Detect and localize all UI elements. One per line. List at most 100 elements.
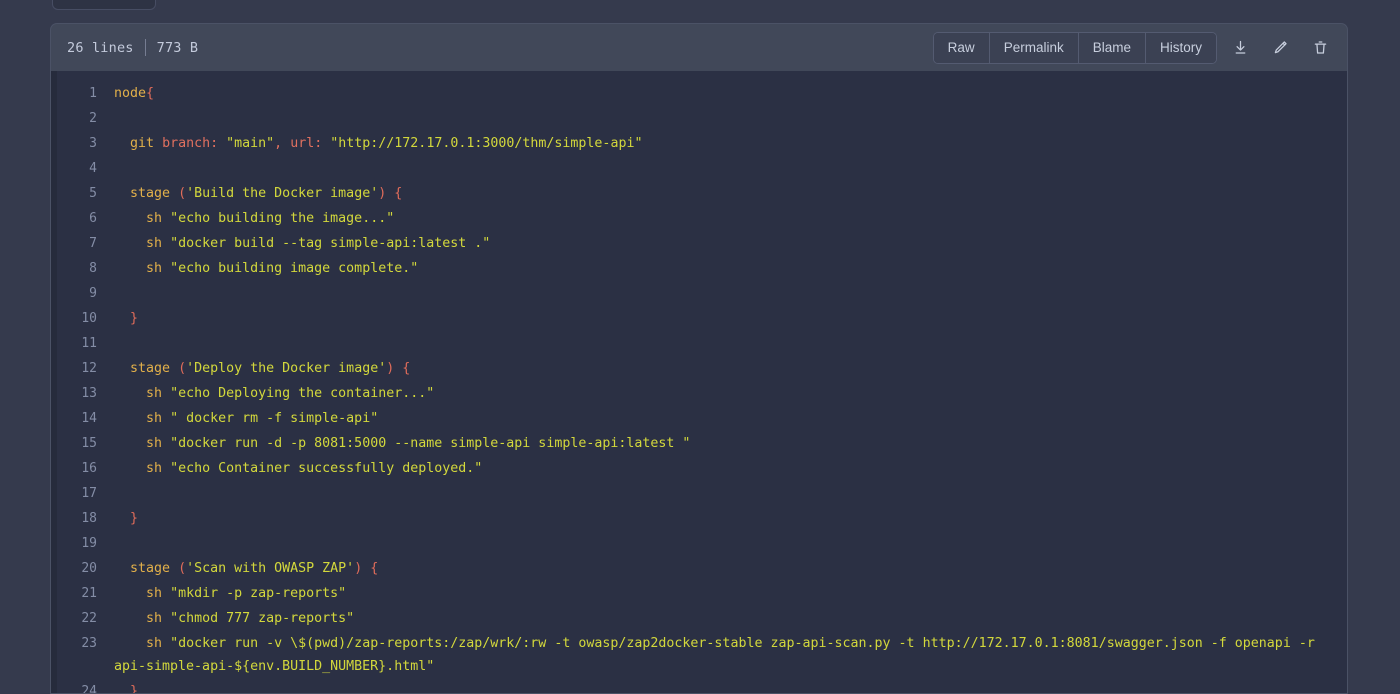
code-token-punc: { bbox=[146, 86, 155, 101]
raw-button[interactable]: Raw bbox=[933, 32, 990, 63]
code-line-content[interactable]: sh "docker build --tag simple-api:latest… bbox=[113, 231, 1347, 256]
code-line-content[interactable]: sh " docker rm -f simple-api" bbox=[113, 406, 1347, 431]
line-number[interactable]: 16 bbox=[51, 456, 113, 481]
partial-tab-button[interactable] bbox=[52, 0, 156, 10]
code-line-content[interactable]: stage ('Deploy the Docker image') { bbox=[113, 356, 1347, 381]
line-number[interactable]: 3 bbox=[51, 131, 113, 156]
code-line-row: 6 sh "echo building the image..." bbox=[51, 206, 1347, 231]
meta-divider bbox=[144, 39, 146, 56]
line-number[interactable]: 12 bbox=[51, 356, 113, 381]
code-line-content[interactable]: stage ('Build the Docker image') { bbox=[113, 181, 1347, 206]
line-number[interactable]: 13 bbox=[51, 381, 113, 406]
history-button[interactable]: History bbox=[1145, 32, 1216, 63]
code-token-str: "echo Container successfully deployed." bbox=[170, 461, 483, 476]
blame-button[interactable]: Blame bbox=[1078, 32, 1146, 63]
code-body: 1 node{2 3 git branch: "main", url: "http… bbox=[50, 71, 1348, 694]
code-token-str: 'Deploy the Docker image' bbox=[186, 361, 387, 376]
code-line-content[interactable]: sh "docker run -v \$(pwd)/zap-reports:/z… bbox=[113, 631, 1347, 679]
code-line-content[interactable]: sh "docker run -d -p 8081:5000 --name si… bbox=[113, 431, 1347, 456]
code-line-row: 16 sh "echo Container successfully deplo… bbox=[51, 456, 1347, 481]
line-number[interactable]: 4 bbox=[51, 156, 113, 181]
code-line-row: 11 bbox=[51, 331, 1347, 356]
code-table: 1 node{2 3 git branch: "main", url: "http… bbox=[51, 81, 1347, 694]
line-number[interactable]: 17 bbox=[51, 481, 113, 506]
line-number[interactable]: 15 bbox=[51, 431, 113, 456]
gutter-edge-strip bbox=[51, 71, 57, 693]
line-number[interactable]: 19 bbox=[51, 531, 113, 556]
code-token-kw: sh bbox=[146, 586, 163, 601]
code-line-content[interactable]: } bbox=[113, 506, 1347, 531]
code-line-content[interactable]: sh "echo building image complete." bbox=[113, 256, 1347, 281]
file-toolbar: Raw Permalink Blame History bbox=[932, 31, 1337, 64]
code-token-punc: ( bbox=[178, 361, 187, 376]
code-line-content[interactable]: sh "chmod 777 zap-reports" bbox=[113, 606, 1347, 631]
code-token-punc: } bbox=[130, 511, 139, 526]
code-token-str: "mkdir -p zap-reports" bbox=[170, 586, 347, 601]
code-line-content[interactable] bbox=[113, 481, 1347, 506]
code-line-content[interactable]: sh "echo building the image..." bbox=[113, 206, 1347, 231]
file-header-bar: 26 lines 773 B Raw Permalink Blame Histo… bbox=[50, 23, 1348, 71]
code-line-content[interactable]: } bbox=[113, 306, 1347, 331]
code-line-content[interactable]: node{ bbox=[113, 81, 1347, 106]
line-number[interactable]: 20 bbox=[51, 556, 113, 581]
code-token-str: 'Build the Docker image' bbox=[186, 186, 379, 201]
code-line-content[interactable]: git branch: "main", url: "http://172.17.… bbox=[113, 131, 1347, 156]
line-number[interactable]: 18 bbox=[51, 506, 113, 531]
code-token-str: "docker run -d -p 8081:5000 --name simpl… bbox=[170, 436, 691, 451]
code-line-row: 2 bbox=[51, 106, 1347, 131]
delete-trash-icon[interactable] bbox=[1303, 33, 1337, 63]
code-token-kw: sh bbox=[146, 411, 163, 426]
code-line-content[interactable]: sh "mkdir -p zap-reports" bbox=[113, 581, 1347, 606]
line-number[interactable]: 1 bbox=[51, 81, 113, 106]
line-number[interactable]: 7 bbox=[51, 231, 113, 256]
code-token-kw: sh bbox=[146, 461, 163, 476]
edit-pencil-icon[interactable] bbox=[1263, 33, 1297, 63]
code-line-content[interactable]: sh "echo Container successfully deployed… bbox=[113, 456, 1347, 481]
line-number[interactable]: 21 bbox=[51, 581, 113, 606]
code-line-content[interactable] bbox=[113, 106, 1347, 131]
line-number[interactable]: 10 bbox=[51, 306, 113, 331]
code-token-str: "echo Deploying the container..." bbox=[170, 386, 435, 401]
line-number[interactable]: 22 bbox=[51, 606, 113, 631]
code-line-row: 10 } bbox=[51, 306, 1347, 331]
line-number[interactable]: 5 bbox=[51, 181, 113, 206]
code-line-row: 13 sh "echo Deploying the container..." bbox=[51, 381, 1347, 406]
code-token-punc: ( bbox=[178, 186, 187, 201]
code-token-punc: } bbox=[130, 684, 139, 694]
code-token-kw: stage bbox=[130, 186, 171, 201]
code-line-row: 1 node{ bbox=[51, 81, 1347, 106]
permalink-button[interactable]: Permalink bbox=[989, 32, 1079, 63]
line-number[interactable]: 11 bbox=[51, 331, 113, 356]
line-number[interactable]: 14 bbox=[51, 406, 113, 431]
code-token-str: "main" bbox=[226, 136, 275, 151]
code-line-content[interactable]: sh "echo Deploying the container..." bbox=[113, 381, 1347, 406]
code-line-row: 3 git branch: "main", url: "http://172.1… bbox=[51, 131, 1347, 156]
code-token-punc: ( bbox=[178, 561, 187, 576]
code-token-str: "chmod 777 zap-reports" bbox=[170, 611, 355, 626]
line-number[interactable]: 8 bbox=[51, 256, 113, 281]
line-number[interactable]: 6 bbox=[51, 206, 113, 231]
download-icon[interactable] bbox=[1223, 33, 1257, 63]
code-line-content[interactable] bbox=[113, 156, 1347, 181]
line-number[interactable]: 23 bbox=[51, 631, 113, 679]
line-number[interactable]: 2 bbox=[51, 106, 113, 131]
code-line-content[interactable] bbox=[113, 531, 1347, 556]
code-line-content[interactable] bbox=[113, 331, 1347, 356]
code-line-content[interactable]: stage ('Scan with OWASP ZAP') { bbox=[113, 556, 1347, 581]
code-line-content[interactable] bbox=[113, 281, 1347, 306]
line-number[interactable]: 9 bbox=[51, 281, 113, 306]
code-token-punc: } bbox=[130, 311, 139, 326]
